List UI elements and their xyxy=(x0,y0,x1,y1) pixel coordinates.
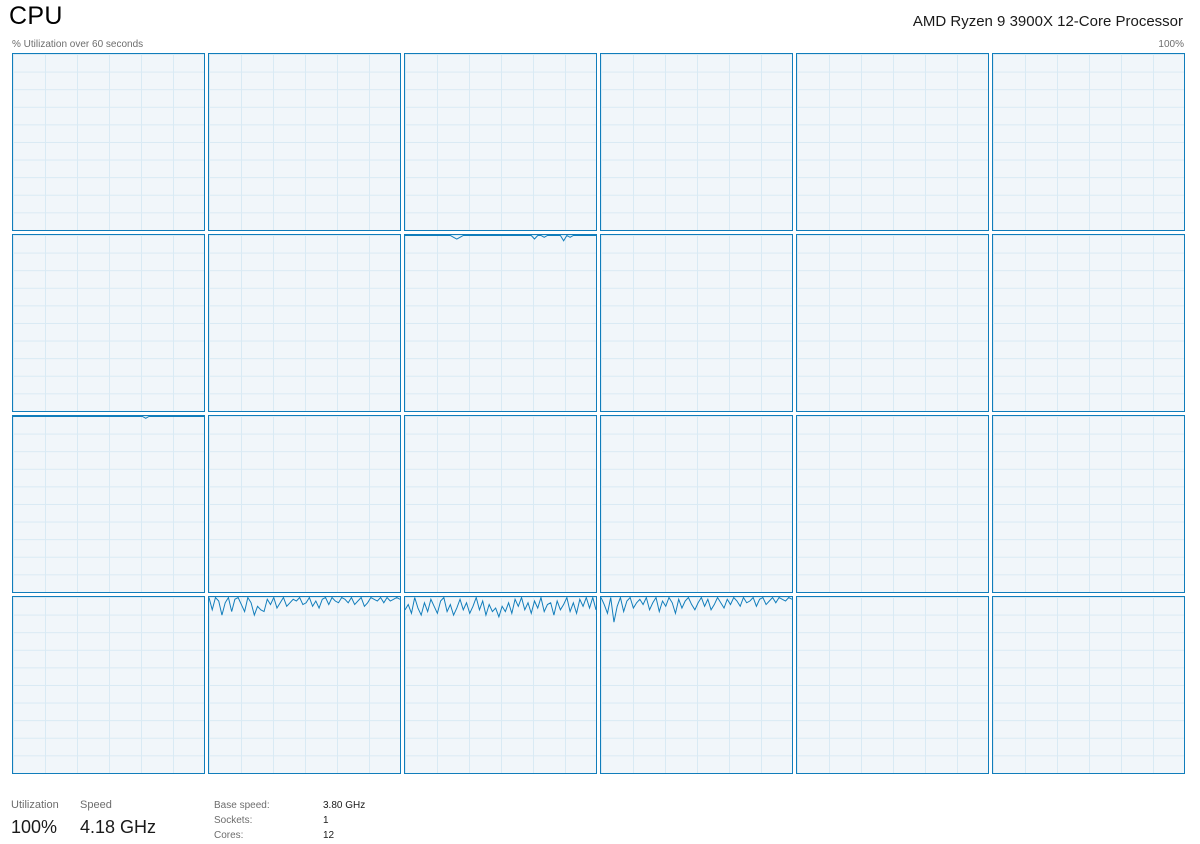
cpu-graph-0[interactable] xyxy=(12,53,205,231)
cpu-graph-2[interactable] xyxy=(404,53,597,231)
cpu-specs: Base speed: 3.80 GHz Sockets: 1 Cores: 1… xyxy=(214,800,365,841)
cpu-graph-9[interactable] xyxy=(600,234,793,412)
cpu-graph-20[interactable] xyxy=(404,596,597,774)
graph-subtitle: % Utilization over 60 seconds xyxy=(12,39,144,50)
cpu-graph-7[interactable] xyxy=(208,234,401,412)
utilization-label: Utilization xyxy=(11,799,59,811)
cpu-graph-12[interactable] xyxy=(12,415,205,593)
processor-name: AMD Ryzen 9 3900X 12-Core Processor xyxy=(912,13,1183,30)
utilization-line xyxy=(405,235,596,242)
cpu-graph-plot xyxy=(405,235,596,242)
cpu-graph-18[interactable] xyxy=(12,596,205,774)
cpu-graph-16[interactable] xyxy=(796,415,989,593)
cpu-graph-11[interactable] xyxy=(992,234,1185,412)
cpu-graph-plot xyxy=(797,54,988,230)
cpu-graph-plot xyxy=(405,597,596,619)
cpu-graph-17[interactable] xyxy=(992,415,1185,593)
cpu-graph-3[interactable] xyxy=(600,53,793,231)
cpu-graph-plot xyxy=(993,416,1184,592)
page-title: CPU xyxy=(9,2,63,30)
sockets-value: 1 xyxy=(323,815,329,826)
cpu-graph-13[interactable] xyxy=(208,415,401,593)
cpu-graph-plot xyxy=(13,235,204,411)
cpu-graph-plot xyxy=(405,416,596,592)
cpu-graph-1[interactable] xyxy=(208,53,401,231)
utilization-stat: Utilization 100% xyxy=(11,799,59,838)
cpu-graph-plot xyxy=(601,54,792,230)
speed-stat: Speed 4.18 GHz xyxy=(80,799,156,838)
speed-label: Speed xyxy=(80,799,112,811)
utilization-value: 100% xyxy=(11,817,58,837)
cpu-graph-plot xyxy=(209,597,400,617)
cpu-graph-plot xyxy=(209,235,400,411)
cpu-graph-21[interactable] xyxy=(600,596,793,774)
cpu-graph-plot xyxy=(13,597,204,773)
utilization-line xyxy=(209,597,400,617)
utilization-line xyxy=(601,597,792,623)
cpu-graph-23[interactable] xyxy=(992,596,1185,774)
cores-label: Cores: xyxy=(214,830,244,841)
cpu-graph-plot xyxy=(797,597,988,773)
cpu-graph-6[interactable] xyxy=(12,234,205,412)
cpu-graph-10[interactable] xyxy=(796,234,989,412)
cpu-graph-5[interactable] xyxy=(992,53,1185,231)
cpu-graph-plot xyxy=(405,54,596,230)
cpu-graph-plot xyxy=(993,235,1184,411)
base-speed-label: Base speed: xyxy=(214,800,270,811)
cpu-graph-plot xyxy=(209,54,400,230)
logical-processor-graphs[interactable] xyxy=(12,53,1185,775)
graph-max-label: 100% xyxy=(1158,39,1184,50)
base-speed-value: 3.80 GHz xyxy=(323,800,366,811)
cpu-graph-plot xyxy=(601,235,792,411)
sockets-label: Sockets: xyxy=(214,815,253,826)
cpu-graph-plot xyxy=(13,416,204,419)
cpu-graph-plot xyxy=(797,235,988,411)
cpu-graph-22[interactable] xyxy=(796,596,989,774)
cpu-graph-15[interactable] xyxy=(600,415,793,593)
cpu-graph-plot xyxy=(993,54,1184,230)
utilization-line xyxy=(13,416,204,419)
cpu-graph-plot xyxy=(797,416,988,592)
cpu-graph-plot xyxy=(601,416,792,592)
cpu-graph-19[interactable] xyxy=(208,596,401,774)
cpu-graph-4[interactable] xyxy=(796,53,989,231)
cpu-graph-plot xyxy=(601,597,792,623)
cpu-graph-14[interactable] xyxy=(404,415,597,593)
cpu-graph-plot xyxy=(209,416,400,592)
speed-value: 4.18 GHz xyxy=(80,817,157,837)
cpu-graph-plot xyxy=(13,54,204,230)
cores-value: 12 xyxy=(323,830,335,841)
cpu-graph-8[interactable] xyxy=(404,234,597,412)
utilization-line xyxy=(405,597,596,619)
cpu-graph-plot xyxy=(993,597,1184,773)
